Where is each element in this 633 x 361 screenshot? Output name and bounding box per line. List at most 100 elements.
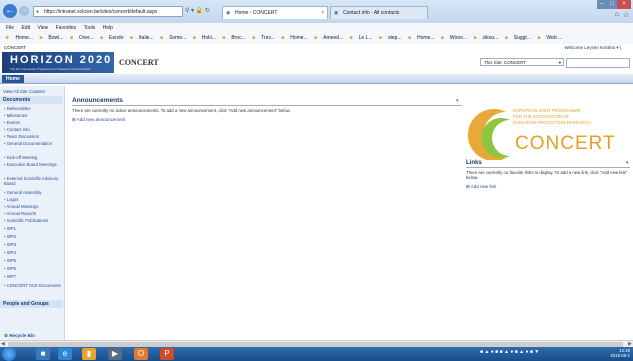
nav-item[interactable]: General Documentation <box>4 141 62 146</box>
recycle-bin-link[interactable]: ♻ Recycle Bin <box>4 333 35 339</box>
add-icon: ⊞ <box>72 117 76 122</box>
announcements-empty-text: There are currently no active announceme… <box>72 108 291 113</box>
tab-home[interactable]: Home <box>2 75 24 83</box>
menu-view[interactable]: View <box>37 25 48 31</box>
home-icon[interactable]: ⌂ <box>615 11 619 18</box>
favorite-item[interactable]: ■ Home... <box>408 35 435 41</box>
favorite-item[interactable]: ■ zikou... <box>473 35 498 41</box>
minimize-button[interactable]: – <box>597 0 607 9</box>
menu-favorites[interactable]: Favorites <box>56 25 77 31</box>
logo-subtitle: The EU Framework Programme for Research … <box>10 67 92 71</box>
nav-item[interactable]: CONCERT SCK Documents <box>4 283 62 288</box>
links-title[interactable]: Links <box>466 160 482 166</box>
nav-item[interactable]: Scientific Publications <box>4 218 62 223</box>
favorite-icon: ★ <box>5 35 10 41</box>
nav-item[interactable]: Deliverables <box>4 106 62 111</box>
nav-item[interactable]: Contact info <box>4 127 62 132</box>
search-scope-value: This Site: CONCERT <box>484 60 527 65</box>
forward-button[interactable]: → <box>19 6 29 16</box>
favorite-item[interactable]: ■ step... <box>379 35 402 41</box>
favorite-item[interactable]: ■ Ameed... <box>314 35 343 41</box>
nav-item[interactable]: WP6 <box>4 266 62 271</box>
favorite-item[interactable]: ■ Eendo <box>100 35 124 41</box>
favorite-item[interactable]: ■ Italie... <box>130 35 154 41</box>
system-tray-icons[interactable]: ■ ▲ ● ■ ■ ▲ ● ■ ▲ ● ■ ▼ <box>480 349 539 355</box>
internet-explorer-taskbar-icon[interactable]: e <box>58 348 72 360</box>
favorite-item[interactable]: ■ Bowl... <box>39 35 63 41</box>
explorer-taskbar-icon[interactable]: ■ <box>36 348 50 360</box>
address-bar[interactable]: ● https://intranet.sckcen.be/sites/conce… <box>33 6 183 17</box>
powerpoint-taskbar-icon[interactable]: P <box>160 348 174 360</box>
top-nav-bar <box>0 74 633 84</box>
favorite-icon: ■ <box>252 35 256 41</box>
add-link-link[interactable]: ⊞ Add new link <box>466 184 496 190</box>
nav-item[interactable]: Annual Reports <box>4 211 62 216</box>
favorite-item[interactable]: ■ Broc... <box>222 35 245 41</box>
recycle-bin-icon: ♻ <box>4 333 9 338</box>
announcements-title[interactable]: Announcements <box>72 97 123 104</box>
nav-heading-documents[interactable]: Documents <box>0 96 63 104</box>
concert-tagline-2: FOR THE INTEGRATION OF <box>513 114 570 119</box>
nav-item[interactable]: External Scientific Advisory Board <box>4 176 62 186</box>
nav-item[interactable]: WP4 <box>4 250 62 255</box>
menu-tools[interactable]: Tools <box>84 25 96 31</box>
nav-item[interactable]: WP5 <box>4 258 62 263</box>
add-announcement-link[interactable]: ⊞ Add new announcement <box>72 117 125 123</box>
horizon-2020-logo: HORIZON 2020 The EU Framework Programme … <box>2 52 114 73</box>
search-input[interactable] <box>566 58 630 68</box>
nav-item[interactable]: Events <box>4 120 62 125</box>
breadcrumb-site[interactable]: CONCERT <box>4 44 26 52</box>
search-scope-select[interactable]: This Site: CONCERT ▾ <box>480 58 564 66</box>
nav-item[interactable]: WP7 <box>4 274 62 279</box>
window-close-button[interactable]: × <box>617 0 631 9</box>
close-icon[interactable]: × <box>321 7 324 19</box>
favorite-item[interactable]: ■ Web ... <box>537 35 562 41</box>
favorites-star-icon[interactable]: ☆ <box>623 11 629 19</box>
view-all-content-link[interactable]: View All Site Content <box>3 89 45 94</box>
links-menu-icon[interactable]: ▾ <box>626 160 629 166</box>
nav-item[interactable]: WP2 <box>4 234 62 239</box>
favorite-item[interactable]: ■ Over... <box>70 35 94 41</box>
favorite-item[interactable]: ■ Some... <box>160 35 186 41</box>
welcome-menu[interactable]: Welcome Leysen Kristina ▾ | <box>564 44 621 52</box>
sharepoint-icon: ◉ <box>334 10 339 16</box>
favorite-item[interactable]: ★ Home... <box>5 35 33 41</box>
tab-contact-info[interactable]: ◉ Contact info - All contacts <box>330 6 428 19</box>
nav-heading-people[interactable]: People and Groups <box>0 300 63 308</box>
media-taskbar-icon[interactable]: ▶ <box>108 348 122 360</box>
favorite-item[interactable]: ■ Hoki... <box>193 35 216 41</box>
start-button[interactable] <box>2 347 16 361</box>
favorite-item[interactable]: ■ Le L... <box>350 35 373 41</box>
nav-item[interactable]: WP1 <box>4 226 62 231</box>
back-button[interactable]: ← <box>3 4 17 18</box>
favorite-item[interactable]: ■ Trev... <box>252 35 275 41</box>
address-actions[interactable]: ⚲ ▾ 🔒 ↻ <box>185 6 210 17</box>
maximize-button[interactable]: □ <box>607 0 617 9</box>
menu-file[interactable]: File <box>6 25 14 31</box>
favorite-icon: ■ <box>281 35 285 41</box>
announcements-menu-icon[interactable]: ▾ <box>456 98 459 104</box>
favorite-item[interactable]: ■ Suggt... <box>505 35 531 41</box>
clock[interactable]: 12:46 2015-06-1 <box>600 348 630 358</box>
nav-item[interactable]: Executive Board Meetings <box>4 162 62 167</box>
tab-home-concert[interactable]: ◉ Home - CONCERT × <box>222 6 328 19</box>
folder-taskbar-icon[interactable]: ▮ <box>82 348 96 360</box>
nav-item[interactable]: Logos <box>4 197 62 202</box>
outlook-taskbar-icon[interactable]: O <box>134 348 148 360</box>
menu-edit[interactable]: Edit <box>21 25 30 31</box>
menu-help[interactable]: Help <box>103 25 113 31</box>
nav-item[interactable]: Team Discussion <box>4 134 62 139</box>
favorite-icon: ■ <box>314 35 318 41</box>
nav-item[interactable]: Annual Meetings <box>4 204 62 209</box>
site-title[interactable]: CONCERT <box>119 58 159 67</box>
favorite-icon: ■ <box>504 35 508 41</box>
favorite-item[interactable]: ■ Wooo... <box>441 35 467 41</box>
nav-item[interactable]: Kick-off Meeting <box>4 155 62 160</box>
divider <box>72 105 462 106</box>
nav-item[interactable]: WP3 <box>4 242 62 247</box>
concert-name: CONCERT <box>515 133 616 154</box>
nav-item[interactable]: General Assembly <box>4 190 62 195</box>
concert-tagline-3: RADIATION PROTECTION RESEARCH <box>513 120 591 125</box>
favorite-item[interactable]: ■ Home... <box>281 35 308 41</box>
nav-item[interactable]: Milestones <box>4 113 62 118</box>
